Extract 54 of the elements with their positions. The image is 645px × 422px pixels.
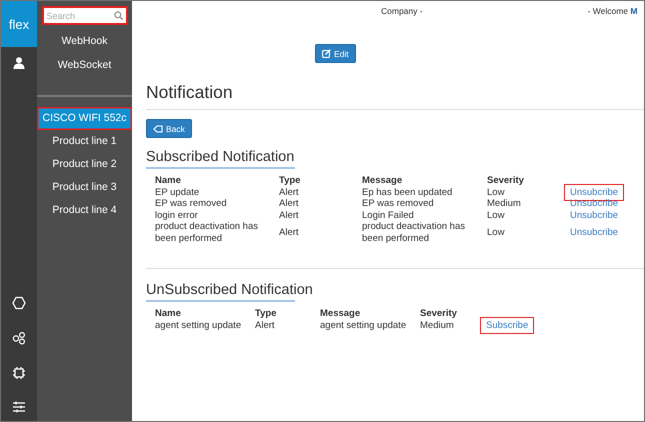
- table-cell-text: Low: [487, 186, 506, 198]
- table-cell-text: Login Failed: [362, 210, 415, 221]
- sidebar-item[interactable]: WebHook: [58, 34, 112, 49]
- table-cell-text: Alert: [255, 320, 276, 331]
- sidebar-item[interactable]: CISCO WIFI 552c: [37, 107, 132, 130]
- hexagon-icon[interactable]: [12, 296, 26, 310]
- welcome-text: - Welcome M: [588, 6, 638, 18]
- sidebar-item[interactable]: Product line 3: [37, 176, 132, 199]
- action-link[interactable]: Unsubcribe: [564, 224, 624, 242]
- sidebar-item[interactable]: WebSocket: [58, 58, 112, 73]
- column-header: Name: [155, 308, 182, 320]
- section-heading: UnSubscribed Notification: [146, 281, 313, 299]
- table-cell-text: product deactivation has been performed: [155, 221, 259, 244]
- edit-icon[interactable]: [322, 49, 331, 58]
- table-cell-text: Alert: [279, 198, 300, 210]
- user-icon[interactable]: [13, 57, 25, 69]
- sidebar-item[interactable]: Product line 1: [37, 130, 132, 153]
- table-cell-text: Low: [487, 226, 506, 238]
- circles-icon[interactable]: [12, 331, 26, 345]
- table-cell-text: Medium: [420, 320, 455, 331]
- table-cell-text: Ep has been updated: [362, 186, 454, 198]
- logo[interactable]: flex: [1, 1, 37, 47]
- column-header: Name: [155, 175, 182, 186]
- table-cell-text: EP was removed: [362, 198, 435, 210]
- column-header: Severity: [487, 175, 525, 186]
- table-cell-text: Medium: [487, 198, 522, 210]
- back-icon[interactable]: [153, 124, 163, 132]
- chip-icon[interactable]: [12, 366, 26, 380]
- action-link[interactable]: Subscribe: [480, 316, 534, 334]
- back-button[interactable]: Back: [146, 119, 192, 138]
- table-cell-text: product deactivation has been performed: [362, 221, 466, 244]
- sliders-icon[interactable]: [12, 401, 26, 413]
- sidebar-item[interactable]: Product line 4: [37, 199, 132, 222]
- table-cell-text: Alert: [279, 226, 300, 238]
- table-cell-text: login error: [155, 210, 199, 221]
- search-field[interactable]: Search: [42, 6, 128, 25]
- edit-button[interactable]: Edit: [315, 44, 356, 63]
- column-header: Type: [255, 308, 278, 320]
- table-cell-text: EP was removed: [155, 198, 228, 210]
- table-cell-text: agent setting update: [320, 320, 408, 331]
- table-cell-text: agent setting update: [155, 320, 242, 331]
- table-cell-text: Alert: [279, 186, 300, 198]
- column-header: Type: [279, 175, 302, 186]
- section-heading: Subscribed Notification: [146, 148, 294, 166]
- company-label: Company -: [381, 6, 423, 18]
- page-title: Notification: [146, 82, 644, 110]
- column-header: Message: [320, 308, 362, 320]
- column-header: Message: [362, 175, 404, 186]
- sidebar-item[interactable]: Product line 2: [37, 153, 132, 176]
- search-icon: [114, 11, 122, 20]
- table-cell-text: EP update: [155, 186, 200, 198]
- column-header: Severity: [420, 308, 458, 320]
- table-cell-text: Alert: [279, 210, 300, 221]
- table-cell-text: Low: [487, 210, 506, 221]
